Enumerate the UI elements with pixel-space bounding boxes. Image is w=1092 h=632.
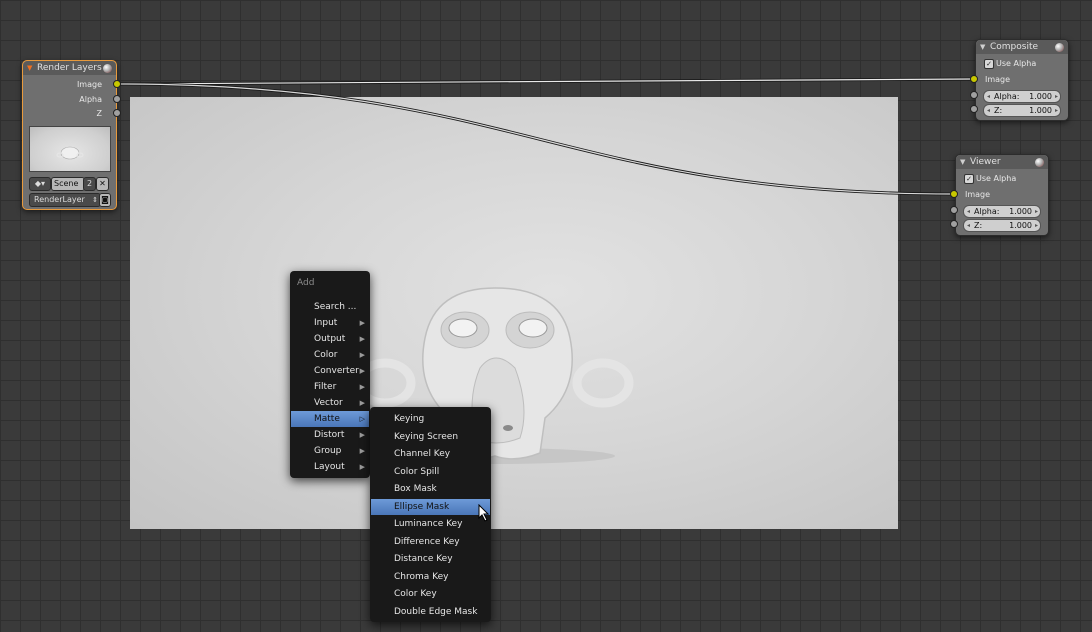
socket-composite-image-in[interactable] (970, 75, 978, 83)
collapse-triangle-icon[interactable]: ▼ (27, 61, 32, 75)
collapse-triangle-icon[interactable]: ▼ (980, 40, 985, 54)
chevron-right-icon: ▶ (359, 431, 365, 439)
menu-item-search[interactable]: Search ... (291, 299, 369, 315)
viewer-z-field[interactable]: ◂ Z: 1.000 ▸ (963, 219, 1041, 232)
render-layer-select[interactable]: RenderLayer ⇕ (29, 193, 101, 207)
menu-item-distort[interactable]: Distort ▶ (291, 427, 369, 443)
composite-use-alpha-label: Use Alpha (996, 59, 1037, 68)
viewer-header[interactable]: ▼ Viewer (956, 155, 1048, 169)
composite-node[interactable]: ▼ Composite ✓ Use Alpha Image ◂ Alpha: 1… (975, 39, 1069, 121)
preview-sphere-icon[interactable] (1035, 158, 1044, 167)
scene-name-field[interactable]: Scene (51, 177, 85, 191)
viewer-image-input-label: Image (965, 190, 991, 199)
chevron-right-icon: ▶ (359, 367, 365, 375)
submenu-item-double-edge-mask[interactable]: Double Edge Mask (371, 604, 490, 620)
chevron-right-icon: ▶ (359, 463, 365, 471)
render-layers-node[interactable]: ▼ Render Layers Image Alpha Z ◆▾ Scene 2… (22, 60, 117, 210)
viewer-alpha-field[interactable]: ◂ Alpha: 1.000 ▸ (963, 205, 1041, 218)
chevron-right-icon: ▶ (359, 447, 365, 455)
output-image-label: Image (76, 80, 102, 89)
scene-type-button[interactable]: ◆▾ (29, 177, 51, 191)
menu-item-input[interactable]: Input ▶ (291, 315, 369, 331)
menu-item-layout[interactable]: Layout ▶ (291, 459, 369, 475)
menu-item-matte[interactable]: Matte ▷ (291, 411, 369, 427)
add-menu-title: Add (297, 278, 315, 288)
submenu-item-color-key[interactable]: Color Key (371, 586, 490, 602)
chevron-right-icon: ▶ (359, 335, 365, 343)
composite-title: Composite (990, 42, 1039, 52)
preview-sphere-icon[interactable] (1055, 43, 1064, 52)
render-layers-header[interactable]: ▼ Render Layers (23, 61, 116, 75)
submenu-item-box-mask[interactable]: Box Mask (371, 481, 490, 497)
render-layers-title: Render Layers (37, 63, 102, 73)
viewer-use-alpha-label: Use Alpha (976, 174, 1017, 183)
select-arrows-icon: ⇕ (92, 196, 98, 204)
socket-composite-z-in[interactable] (970, 105, 978, 113)
socket-viewer-z-in[interactable] (950, 220, 958, 228)
chevron-right-icon: ▶ (359, 319, 365, 327)
chevron-right-icon: ▶ (359, 399, 365, 407)
thumbnail-monkey-icon (56, 146, 84, 160)
matte-submenu: Keying Keying Screen Channel Key Color S… (370, 407, 491, 622)
chevron-right-icon: ▶ (359, 351, 365, 359)
output-z-label: Z (96, 109, 102, 118)
mouse-cursor-icon (478, 504, 490, 522)
menu-item-group[interactable]: Group ▶ (291, 443, 369, 459)
composite-alpha-field[interactable]: ◂ Alpha: 1.000 ▸ (983, 90, 1061, 103)
submenu-item-keying[interactable]: Keying (371, 411, 490, 427)
composite-header[interactable]: ▼ Composite (976, 40, 1068, 54)
render-layer-camera-button[interactable]: ◙ (99, 193, 111, 207)
collapse-triangle-icon[interactable]: ▼ (960, 155, 965, 169)
render-thumbnail (29, 126, 111, 172)
submenu-item-chroma-key[interactable]: Chroma Key (371, 569, 490, 585)
socket-z-out[interactable] (113, 109, 121, 117)
menu-item-vector[interactable]: Vector ▶ (291, 395, 369, 411)
submenu-item-difference-key[interactable]: Difference Key (371, 534, 490, 550)
menu-item-output[interactable]: Output ▶ (291, 331, 369, 347)
submenu-item-luminance-key[interactable]: Luminance Key (371, 516, 490, 532)
menu-item-color[interactable]: Color ▶ (291, 347, 369, 363)
scene-users-count[interactable]: 2 (83, 177, 96, 191)
socket-composite-alpha-in[interactable] (970, 91, 978, 99)
submenu-item-channel-key[interactable]: Channel Key (371, 446, 490, 462)
menu-item-filter[interactable]: Filter ▶ (291, 379, 369, 395)
composite-use-alpha-checkbox[interactable]: ✓ (984, 59, 994, 69)
submenu-item-distance-key[interactable]: Distance Key (371, 551, 490, 567)
scene-unlink-button[interactable]: ✕ (96, 177, 109, 191)
socket-image-out[interactable] (113, 80, 121, 88)
submenu-item-color-spill[interactable]: Color Spill (371, 464, 490, 480)
chevron-right-icon: ▷ (359, 415, 365, 423)
output-alpha-label: Alpha (79, 95, 102, 104)
socket-viewer-alpha-in[interactable] (950, 206, 958, 214)
viewer-title: Viewer (970, 157, 1001, 167)
preview-sphere-icon[interactable] (103, 64, 112, 73)
composite-z-field[interactable]: ◂ Z: 1.000 ▸ (983, 104, 1061, 117)
menu-item-converter[interactable]: Converter ▶ (291, 363, 369, 379)
chevron-right-icon: ▶ (359, 383, 365, 391)
socket-viewer-image-in[interactable] (950, 190, 958, 198)
submenu-item-keying-screen[interactable]: Keying Screen (371, 429, 490, 445)
composite-image-input-label: Image (985, 75, 1011, 84)
add-menu: Add Search ... Input ▶ Output ▶ Color ▶ Con… (290, 271, 370, 478)
submenu-item-ellipse-mask[interactable]: Ellipse Mask (371, 498, 490, 515)
socket-alpha-out[interactable] (113, 95, 121, 103)
viewer-node[interactable]: ▼ Viewer ✓ Use Alpha Image ◂ Alpha: 1.00… (955, 154, 1049, 236)
viewer-use-alpha-checkbox[interactable]: ✓ (964, 174, 974, 184)
